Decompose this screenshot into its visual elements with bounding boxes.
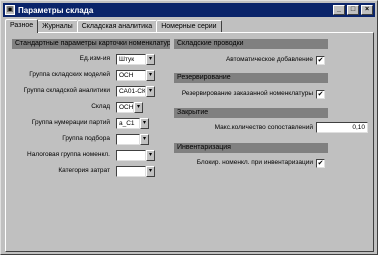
window-title: Параметры склада — [18, 5, 94, 15]
unit-label: Ед.изм-ия — [79, 55, 110, 62]
unit-lookup-button[interactable]: ▾ — [146, 54, 155, 65]
max-matches-field[interactable]: 0,10 — [316, 122, 368, 133]
tax-group-lookup-button[interactable]: ▾ — [146, 150, 155, 161]
auto-add-checkbox[interactable]: ✔ — [316, 56, 325, 65]
analytics-group-label: Группа складской аналитики — [23, 87, 110, 94]
selection-group-lookup-button[interactable]: ▾ — [140, 134, 149, 145]
model-group-lookup-button[interactable]: ▾ — [146, 70, 155, 81]
batch-numbering-field[interactable]: а_С1 — [116, 118, 140, 129]
tab-panel-misc: Стандартные параметры карточки номенклат… — [5, 32, 374, 252]
analytics-group-lookup-button[interactable]: ▾ — [146, 86, 155, 97]
minimize-button[interactable]: _ — [333, 5, 345, 15]
tax-group-field[interactable] — [116, 150, 146, 161]
group-header-closing: Закрытие — [174, 108, 328, 118]
cost-category-lookup-button[interactable]: ▾ — [146, 166, 155, 177]
group-header-reservation: Резервирование — [174, 73, 328, 83]
warehouse-field[interactable]: ОСН — [116, 102, 134, 113]
cost-category-field[interactable] — [116, 166, 146, 177]
title-bar: ▣ Параметры склада _ □ × — [3, 3, 375, 17]
parameters-window: ▣ Параметры склада _ □ × Разное Журналы … — [0, 0, 378, 255]
tab-misc[interactable]: Разное — [5, 19, 39, 33]
tax-group-label: Налоговая группа номенкл. — [27, 151, 110, 158]
reserve-ordered-label: Резервирование заказанной номенклатуры — [181, 90, 313, 97]
reserve-ordered-checkbox[interactable]: ✔ — [316, 90, 325, 99]
warehouse-lookup-button[interactable]: ▾ — [134, 102, 143, 113]
block-inventory-checkbox[interactable]: ✔ — [316, 159, 325, 168]
app-icon: ▣ — [5, 5, 15, 15]
model-group-label: Группа складских моделей — [29, 71, 110, 78]
block-inventory-label: Блокир. номенкл. при инвентаризации — [196, 159, 313, 166]
analytics-group-field[interactable]: СА01-СКЛ — [116, 86, 146, 97]
group-header-stock-postings: Складские проводки — [174, 39, 328, 49]
warehouse-label: Склад — [91, 103, 110, 110]
maximize-button[interactable]: □ — [347, 5, 359, 15]
unit-field[interactable]: Штук — [116, 54, 146, 65]
max-matches-label: Макс.количество сопоставлений — [214, 124, 313, 131]
group-header-item-defaults: Стандартные параметры карточки номенклат… — [12, 39, 170, 49]
close-button[interactable]: × — [361, 5, 373, 15]
model-group-field[interactable]: ОСН — [116, 70, 146, 81]
cost-category-label: Категория затрат — [58, 167, 110, 174]
group-header-inventory: Инвентаризация — [174, 143, 328, 153]
selection-group-label: Группа подбора — [62, 135, 110, 142]
tab-strip: Разное Журналы Складская аналитика Номер… — [5, 19, 222, 33]
batch-numbering-lookup-button[interactable]: ▾ — [140, 118, 149, 129]
selection-group-field[interactable] — [116, 134, 140, 145]
auto-add-label: Автоматическое добавление — [225, 56, 313, 63]
batch-numbering-label: Группа нумерации партий — [31, 119, 110, 126]
